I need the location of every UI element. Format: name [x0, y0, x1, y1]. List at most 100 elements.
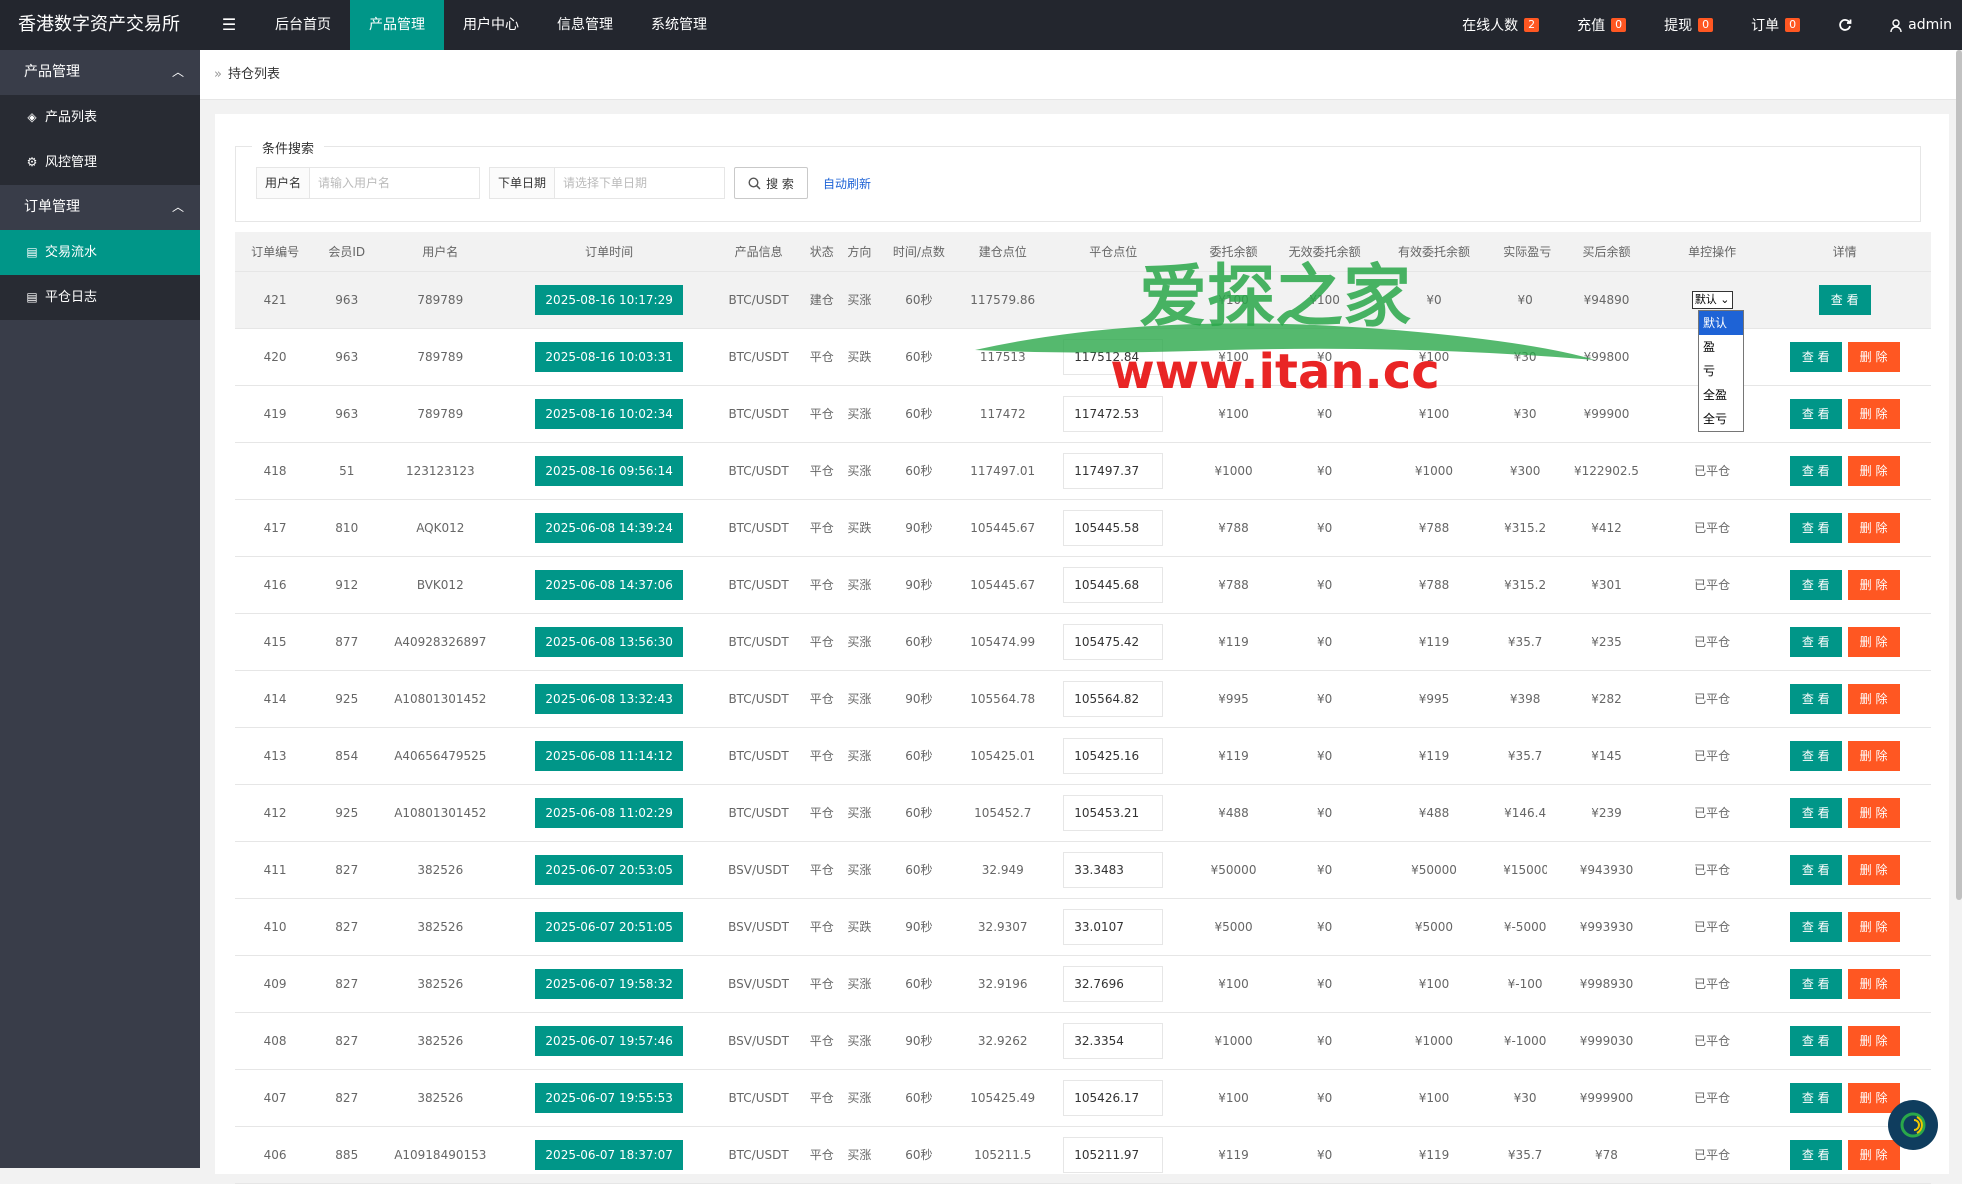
- view-button[interactable]: 查 看: [1789, 512, 1842, 543]
- cell-username: A40928326897: [378, 613, 503, 671]
- col-header: 订单时间: [502, 232, 717, 272]
- control-option[interactable]: 全盈: [1699, 383, 1743, 407]
- cell-status: 平仓: [801, 955, 843, 1013]
- auto-refresh-link[interactable]: 自动刷新: [823, 175, 871, 192]
- delete-button[interactable]: 删 除: [1847, 1139, 1900, 1170]
- close-price-input[interactable]: 105564.82: [1063, 680, 1164, 717]
- delete-button[interactable]: 删 除: [1847, 911, 1900, 942]
- cell-order-amount: ¥788: [1182, 556, 1285, 614]
- view-button[interactable]: 查 看: [1818, 284, 1871, 315]
- control-option[interactable]: 盈: [1699, 335, 1743, 359]
- control-option[interactable]: 亏: [1699, 359, 1743, 383]
- close-price-input[interactable]: 105445.58: [1063, 509, 1164, 546]
- cell-period: 90秒: [876, 670, 962, 728]
- close-price-input[interactable]: 105211.97: [1063, 1136, 1164, 1173]
- floating-assist-button[interactable]: [1888, 1100, 1938, 1150]
- delete-button[interactable]: 删 除: [1847, 626, 1900, 657]
- close-price-input[interactable]: 32.7696: [1063, 965, 1164, 1002]
- delete-button[interactable]: 删 除: [1847, 341, 1900, 372]
- sidebar-item-label: 平仓日志: [45, 290, 98, 305]
- refresh-icon[interactable]: [1838, 18, 1852, 32]
- cell-order-time: 2025-06-07 20:53:05: [502, 841, 717, 899]
- sidebar-group-products[interactable]: 产品管理 ︿: [0, 50, 200, 95]
- cell-member-id: 51: [315, 442, 379, 500]
- view-button[interactable]: 查 看: [1789, 569, 1842, 600]
- cell-actions: 查 看删 除: [1758, 670, 1931, 728]
- close-price-input[interactable]: 105445.68: [1063, 566, 1164, 603]
- delete-button[interactable]: 删 除: [1847, 512, 1900, 543]
- topnav-info[interactable]: 信息管理: [538, 0, 632, 50]
- sidebar-group-orders[interactable]: 订单管理 ︿: [0, 185, 200, 230]
- view-button[interactable]: 查 看: [1789, 398, 1842, 429]
- view-button[interactable]: 查 看: [1789, 455, 1842, 486]
- close-price-input[interactable]: 33.3483: [1063, 851, 1164, 888]
- sidebar-item-risk-control[interactable]: ⚙ 风控管理: [0, 140, 200, 185]
- menu-toggle-icon[interactable]: ☰: [214, 0, 244, 50]
- delete-button[interactable]: 删 除: [1847, 683, 1900, 714]
- date-input[interactable]: [555, 168, 724, 198]
- delete-button[interactable]: 删 除: [1847, 569, 1900, 600]
- control-option[interactable]: 全亏: [1699, 407, 1743, 431]
- cell-invalid-amount: ¥0: [1284, 1012, 1365, 1070]
- view-button[interactable]: 查 看: [1789, 1139, 1842, 1170]
- cell-valid-amount: ¥488: [1364, 784, 1504, 842]
- close-price-input[interactable]: 33.0107: [1063, 908, 1164, 945]
- recharge-link[interactable]: 充值 0: [1577, 15, 1627, 35]
- control-select[interactable]: 默认 ⌄: [1691, 290, 1733, 309]
- view-button[interactable]: 查 看: [1789, 911, 1842, 942]
- view-button[interactable]: 查 看: [1789, 1025, 1842, 1056]
- control-option[interactable]: 默认: [1699, 311, 1743, 335]
- user-menu[interactable]: admin: [1890, 17, 1952, 33]
- close-price-input[interactable]: 105426.17: [1063, 1079, 1164, 1116]
- sidebar-item-close-log[interactable]: ▤ 平仓日志: [0, 275, 200, 320]
- view-button[interactable]: 查 看: [1789, 854, 1842, 885]
- search-button[interactable]: 搜 索: [734, 167, 808, 199]
- close-price-input[interactable]: 105453.21: [1063, 794, 1164, 831]
- close-price-input[interactable]: 32.3354: [1063, 1022, 1164, 1059]
- topnav-products[interactable]: 产品管理: [350, 0, 444, 50]
- cell-valid-amount: ¥100: [1364, 328, 1504, 386]
- cell-product: BTC/USDT: [716, 385, 802, 443]
- delete-button[interactable]: 删 除: [1847, 398, 1900, 429]
- view-button[interactable]: 查 看: [1789, 626, 1842, 657]
- cell-direction: 买涨: [842, 1012, 877, 1070]
- close-price-input[interactable]: 117472.53: [1063, 395, 1164, 432]
- view-button[interactable]: 查 看: [1789, 1082, 1842, 1113]
- view-button[interactable]: 查 看: [1789, 797, 1842, 828]
- cell-close-price: 105475.42: [1044, 613, 1183, 671]
- view-button[interactable]: 查 看: [1789, 968, 1842, 999]
- orders-link[interactable]: 订单 0: [1751, 15, 1801, 35]
- close-price-input[interactable]: 117512.84: [1063, 338, 1164, 375]
- cell-status: 平仓: [801, 499, 843, 557]
- sidebar-item-transactions[interactable]: ▤ 交易流水: [0, 230, 200, 275]
- cell-order-time: 2025-06-07 19:55:53: [502, 1069, 717, 1127]
- cell-order-time: 2025-06-07 20:51:05: [502, 898, 717, 956]
- topnav-system[interactable]: 系统管理: [632, 0, 726, 50]
- cell-period: 90秒: [876, 1012, 962, 1070]
- topnav-users[interactable]: 用户中心: [444, 0, 538, 50]
- delete-button[interactable]: 删 除: [1847, 797, 1900, 828]
- cell-username: A10801301452: [378, 784, 503, 842]
- cell-member-id: 810: [315, 499, 379, 557]
- delete-button[interactable]: 删 除: [1847, 968, 1900, 999]
- close-price-input[interactable]: 105475.42: [1063, 623, 1164, 660]
- scrollbar[interactable]: [1956, 50, 1962, 900]
- delete-button[interactable]: 删 除: [1847, 1082, 1900, 1113]
- username-input[interactable]: [310, 168, 479, 198]
- topnav-home[interactable]: 后台首页: [256, 0, 350, 50]
- close-price-input[interactable]: 105425.16: [1063, 737, 1164, 774]
- close-price-input[interactable]: 117497.37: [1063, 452, 1164, 489]
- view-button[interactable]: 查 看: [1789, 341, 1842, 372]
- delete-button[interactable]: 删 除: [1847, 455, 1900, 486]
- online-users-link[interactable]: 在线人数 2: [1462, 15, 1540, 35]
- view-button[interactable]: 查 看: [1789, 740, 1842, 771]
- table-row: 419 963 789789 2025-08-16 10:02:34 BTC/USDT 平…: [235, 385, 1931, 443]
- cell-order-id: 418: [235, 442, 316, 500]
- delete-button[interactable]: 删 除: [1847, 1025, 1900, 1056]
- delete-button[interactable]: 删 除: [1847, 854, 1900, 885]
- view-button[interactable]: 查 看: [1789, 683, 1842, 714]
- withdraw-link[interactable]: 提现 0: [1664, 15, 1714, 35]
- sidebar-item-product-list[interactable]: ◈ 产品列表: [0, 95, 200, 140]
- positions-table: 订单编号 会员ID 用户名 订单时间 产品信息 状态 方向 时间/点数 建仓点位…: [235, 232, 1931, 1184]
- delete-button[interactable]: 删 除: [1847, 740, 1900, 771]
